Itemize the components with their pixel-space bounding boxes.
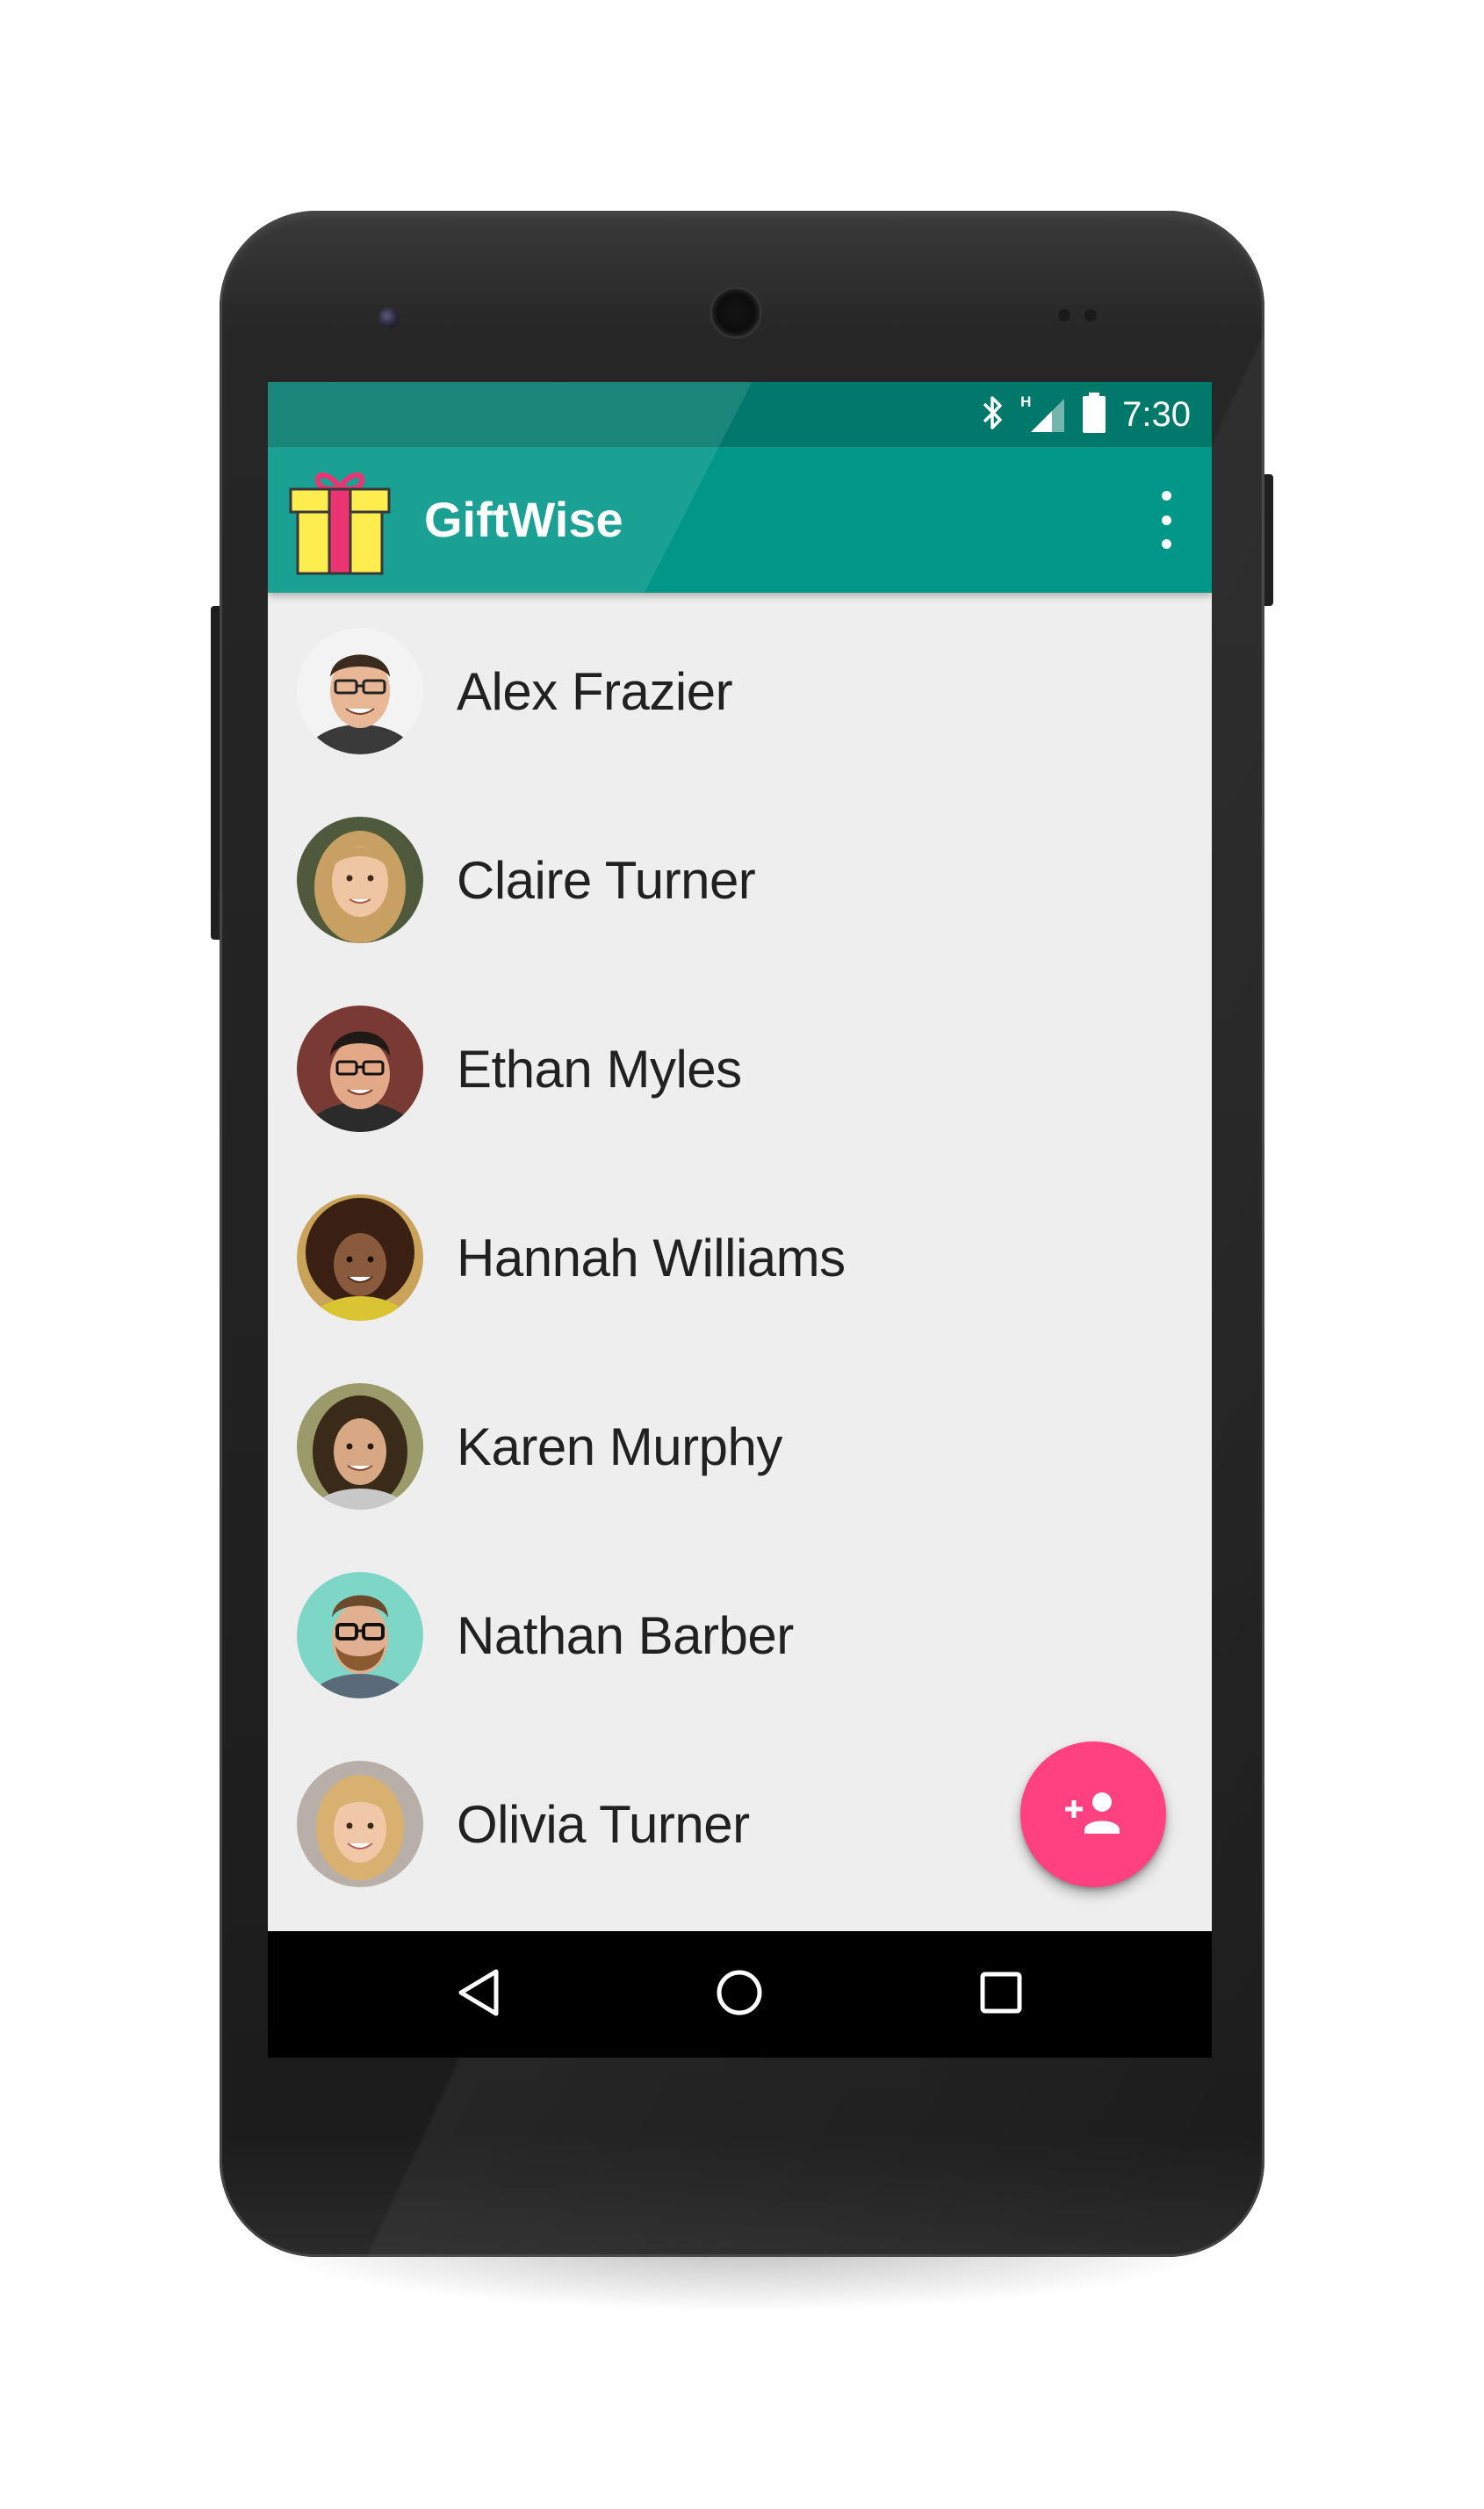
bluetooth-icon [982,393,1005,436]
more-vert-icon[interactable] [1156,491,1177,549]
avatar [297,628,423,754]
nav-bar [268,1931,1212,2058]
person-add-icon [1062,1790,1125,1840]
list-item[interactable]: Ethan Myles [268,970,1212,1159]
avatar [297,1383,423,1510]
avatar [297,1006,423,1132]
contact-list: Alex Frazier Claire Turner Ethan Myles H… [268,593,1212,1914]
home-button[interactable] [713,1968,766,2021]
recents-icon [979,1971,1023,2019]
battery-icon [1082,392,1106,437]
contact-name: Hannah Williams [457,1229,846,1287]
add-contact-button[interactable] [1020,1741,1166,1887]
back-icon [456,1968,501,2022]
front-camera [378,307,400,328]
proximity-sensor [1058,309,1070,321]
list-item[interactable]: Karen Murphy [268,1348,1212,1537]
signal-icon: H [1020,393,1066,434]
contact-name: Alex Frazier [457,662,733,721]
gift-icon [287,466,393,576]
avatar [297,1194,423,1321]
contact-name: Nathan Barber [457,1606,794,1665]
status-time: 7:30 [1122,394,1191,434]
list-item[interactable]: Hannah Williams [268,1159,1212,1348]
list-item[interactable]: Alex Frazier [268,593,1212,782]
light-sensor [1084,309,1097,321]
status-bar: H 7:30 [268,382,1212,447]
earpiece-speaker [710,286,762,339]
avatar [297,1572,423,1698]
status-icons: H 7:30 [982,382,1191,447]
recents-button[interactable] [975,1968,1027,2021]
list-item[interactable]: Claire Turner [268,782,1212,970]
menu-dot [1161,539,1171,549]
contact-name: Ethan Myles [457,1040,742,1099]
list-item[interactable]: Nathan Barber [268,1537,1212,1726]
avatar [297,1761,423,1887]
screen: H 7:30 GiftWise Alex Frazier Claire Turn… [268,382,1212,2058]
contact-name: Olivia Turner [457,1795,750,1854]
contact-name: Karen Murphy [457,1417,782,1476]
menu-dot [1161,515,1171,525]
contact-name: Claire Turner [457,851,756,910]
menu-dot [1161,491,1171,501]
home-icon [715,1968,764,2022]
app-title: GiftWise [424,492,623,547]
device-mockup: H 7:30 GiftWise Alex Frazier Claire Turn… [0,0,1484,2509]
app-bar: GiftWise [268,447,1212,593]
back-button[interactable] [452,1968,505,2021]
avatar [297,817,423,943]
